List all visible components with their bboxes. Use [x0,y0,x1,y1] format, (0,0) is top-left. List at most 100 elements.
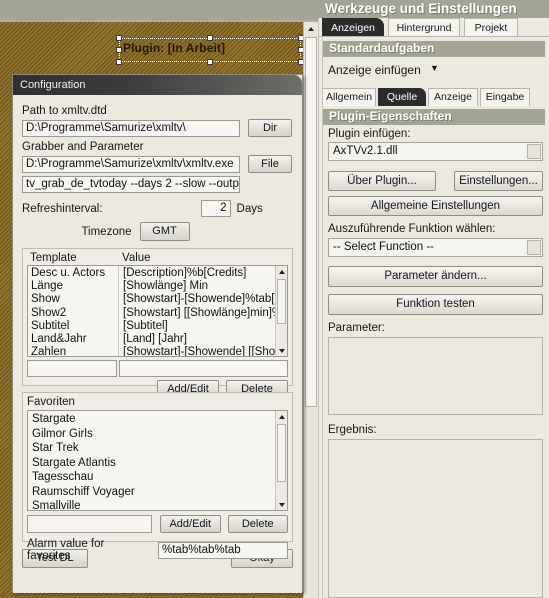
template-listbox[interactable]: Desc u. Actors [Description]%b[Credits] … [27,265,288,357]
selected-plugin-object[interactable]: Plugin: [In Arbeit] [116,35,304,65]
table-row[interactable]: Show2 [Showstart] [[Showlänge]min]%tab[ [28,307,287,320]
standard-tasks-header: Standardaufgaben [322,41,545,57]
path-dir-button[interactable]: Dir [248,119,292,137]
chevron-down-icon [278,348,285,353]
table-row[interactable]: Desc u. Actors [Description]%b[Credits] [28,267,287,280]
template-list-scrollbar[interactable] [275,266,287,356]
template-header-row: Template Value [27,252,288,264]
plugin-select-dropdown-icon[interactable] [527,144,541,159]
table-row[interactable]: Zahlen [Showstart]-[Showende] [[Showlär [28,346,287,356]
favorites-list-rows: Stargate Gilmor Girls Star Trek Stargate… [28,411,287,510]
plugin-settings-button[interactable]: Einstellungen... [454,171,543,191]
scroll-down-button[interactable] [276,499,287,510]
table-row[interactable]: Land&Jahr [Land] [Jahr] [28,333,287,346]
parameter-label: Parameter: [328,322,385,334]
favorite-name-input[interactable] [27,515,152,533]
canvas-vertical-scrollbar[interactable] [303,22,317,598]
grabber-row: D:\Programme\Samurize\xmltv\xmltv.exe Fi… [22,155,293,173]
tab-quelle[interactable]: Quelle [378,88,426,106]
resize-handle-n[interactable] [207,35,213,41]
scroll-up-button[interactable] [276,266,287,277]
about-plugin-button[interactable]: Über Plugin... [328,171,436,191]
list-item[interactable]: Star Trek [28,441,287,456]
favorites-add-edit-button[interactable]: Add/Edit [160,515,221,533]
cell-template: Desc u. Actors [31,267,106,279]
source-tabstrip: Allgemein Quelle Anzeige Eingabe [322,88,545,106]
scrollbar-thumb[interactable] [277,424,286,482]
list-item[interactable]: Stargate Atlantis [28,456,287,471]
favorites-label: Favoriten [27,396,75,408]
favorites-listbox[interactable]: Stargate Gilmor Girls Star Trek Stargate… [27,410,288,511]
cell-template: Länge [31,280,63,293]
test-function-button[interactable]: Funktion testen [328,294,543,315]
scrollbar-thumb[interactable] [305,37,317,407]
general-settings-button[interactable]: Allgemeine Einstellungen [328,196,543,216]
cell-template: Land&Jahr [31,333,87,346]
resize-handle-s[interactable] [207,59,213,65]
result-textarea[interactable] [328,439,543,598]
template-list-rows: Desc u. Actors [Description]%b[Credits] … [28,266,287,356]
resize-handle-w[interactable] [116,47,122,53]
function-select-dropdown-icon[interactable] [527,240,541,255]
chevron-down-icon[interactable]: ▼ [430,63,439,73]
table-row[interactable]: Subtitel [Subtitel] [28,320,287,333]
change-parameters-button[interactable]: Parameter ändern... [328,266,543,287]
configuration-window[interactable]: Configuration Path to xmltv.dtd D:\Progr… [12,74,303,593]
resize-handle-sw[interactable] [116,59,122,65]
grabber-file-button[interactable]: File [248,155,292,173]
tab-hintergrund[interactable]: Hintergrund [388,18,460,37]
chevron-up-icon [278,414,285,419]
favorites-edit-row: Add/Edit Delete [27,515,288,533]
function-select[interactable]: -- Select Function -- [328,238,543,257]
scrollbar-thumb[interactable] [277,279,286,324]
table-row[interactable]: Länge [Showlänge] Min [28,280,287,293]
cell-template: Subtitel [31,319,70,332]
insert-display-label[interactable]: Anzeige einfügen [328,63,421,77]
alarm-label: Alarm value for favorites [27,538,105,562]
refresh-unit-label: Days [236,202,263,215]
value-column-header: Value [122,252,151,264]
tab-allgemein[interactable]: Allgemein [322,88,376,106]
params-row: tv_grab_de_tvtoday --days 2 --slow --out… [22,176,293,193]
select-function-label: Auszuführende Funktion wählen: [328,223,496,235]
favorites-delete-button[interactable]: Delete [227,515,288,533]
list-item[interactable]: Stargate [28,412,287,427]
scroll-up-button[interactable] [305,23,317,35]
list-item[interactable]: Smallville [28,499,287,510]
template-value-input[interactable] [119,360,288,377]
cell-value: [Subtitel] [123,319,168,332]
cell-template: Show [31,293,60,306]
list-item[interactable]: Gilmor Girls [28,427,287,442]
template-name-input[interactable] [27,360,117,377]
chevron-up-icon [308,27,314,31]
cell-value: [Showlänge] Min [123,280,209,293]
table-row[interactable]: Show [Showstart]-[Showende]%tab[Titel] [28,293,287,306]
list-item[interactable]: Tagesschau [28,470,287,485]
favorites-list-scrollbar[interactable] [275,411,287,510]
tab-anzeige[interactable]: Anzeige [428,88,478,106]
path-row: D:\Programme\Samurize\xmltv\ Dir [22,119,293,137]
path-input[interactable]: D:\Programme\Samurize\xmltv\ [22,119,240,137]
refresh-interval-input[interactable]: 2 [200,200,231,217]
list-item[interactable]: Raumschiff Voyager [28,485,287,500]
tab-anzeigen[interactable]: Anzeigen [322,18,384,37]
tab-projekt[interactable]: Projekt [464,18,518,37]
resize-handle-nw[interactable] [116,35,122,41]
scroll-down-button[interactable] [276,345,287,356]
parameter-textarea[interactable] [328,337,543,415]
chevron-down-icon [278,502,285,507]
grabber-params-input[interactable]: tv_grab_de_tvtoday --days 2 --slow --out… [22,176,240,193]
grabber-input[interactable]: D:\Programme\Samurize\xmltv\xmltv.exe [22,155,240,173]
cell-value: [Showstart]-[Showende]%tab[Titel] [123,293,287,306]
timezone-button[interactable]: GMT [139,222,190,241]
tabstrip-underline [318,36,549,37]
configuration-window-title: Configuration [13,75,302,95]
alarm-value-input[interactable]: %tab%tab%tab [158,541,288,559]
scroll-up-button[interactable] [276,411,287,422]
grabber-label: Grabber and Parameter [22,141,144,153]
plugin-select[interactable]: AxTVv2.1.dll [328,142,543,161]
template-column-divider [118,266,119,356]
plugin-select-value: AxTVv2.1.dll [333,145,398,157]
plugin-properties-header: Plugin-Eigenschaften [322,109,545,125]
tab-eingabe[interactable]: Eingabe [480,88,530,106]
